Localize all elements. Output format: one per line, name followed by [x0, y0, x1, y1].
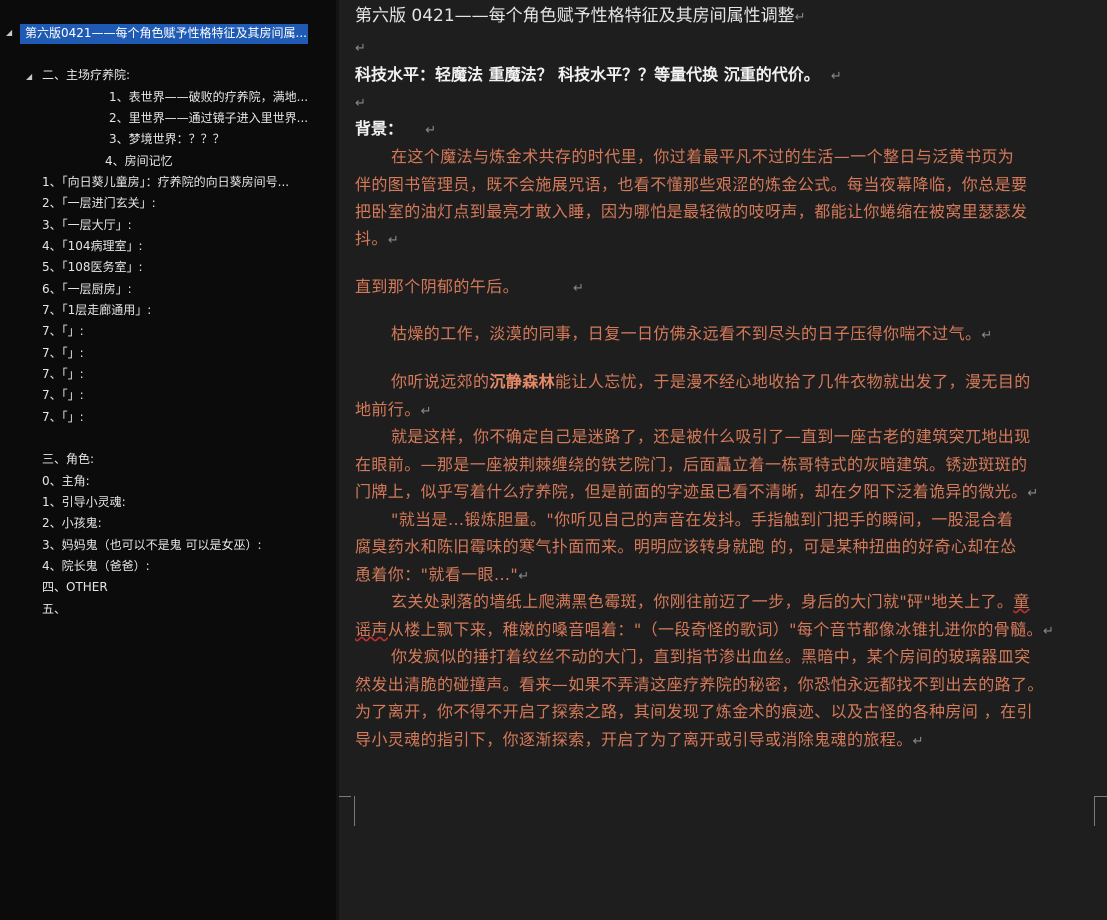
paragraph-mark: ↵	[1027, 486, 1039, 501]
body-text-line: 枯燥的工作，淡漠的同事，日复一日仿佛永远看不到尽头的日子压得你喘不过气。↵	[391, 324, 993, 346]
body-text-line: 门牌上，似乎写着什么疗养院，但是前面的字迹虽已看不清晰，却在夕阳下泛着诡异的微光…	[355, 482, 1039, 504]
bold-text: 沉静森林	[489, 372, 556, 391]
body-text-fragment: 枯燥的工作，淡漠的同事，日复一日仿佛永远看不到尽头的日子压得你喘不过气。	[391, 324, 982, 343]
body-text-line: 然发出清脆的碰撞声。看来—如果不弄清这座疗养院的秘密，你恐怕永远都找不到出去的路…	[355, 675, 1044, 694]
page-corner-mark	[1095, 796, 1107, 797]
nav-item[interactable]: 五、	[42, 601, 66, 618]
nav-item[interactable]: 4、「104病理室」:	[42, 238, 143, 255]
nav-item[interactable]: 7、「」:	[42, 387, 84, 404]
body-text-fragment: 你听说远郊的	[391, 372, 490, 391]
paragraph-mark: ↵	[573, 281, 585, 296]
nav-heading-label: 第六版0421——每个角色赋予性格特征及其房间属...	[25, 26, 307, 40]
empty-paragraph: ↵	[355, 37, 366, 59]
background-heading-text: 背景：	[355, 119, 404, 138]
paragraph-mark: ↵	[1042, 624, 1055, 639]
body-text-line: 就是这样，你不确定自己是迷路了，还是被什么吸引了—直到一座古老的建筑突兀地出现	[391, 427, 1031, 446]
paragraph-mark: ↵	[518, 569, 530, 584]
body-text-fragment: 门牌上，似乎写着什么疗养院，但是前面的字迹虽已看不清晰，却在夕阳下泛着诡异的微光…	[355, 482, 1028, 501]
body-text-fragment: 导小灵魂的指引下，你逐渐探索，开启了为了离开或引导或消除鬼魂的旅程。	[355, 730, 913, 749]
nav-item[interactable]: 4、院长鬼（爸爸）:	[42, 558, 150, 575]
nav-item[interactable]: 7、「」:	[42, 345, 84, 362]
body-text-line: 恿着你："就看一眼..."↵	[355, 565, 529, 587]
document-page[interactable]: 第六版 0421——每个角色赋予性格特征及其房间属性调整↵ ↵ 科技水平：轻魔法…	[339, 0, 1107, 920]
nav-item[interactable]: 2、「一层进门玄关」:	[42, 195, 156, 212]
nav-item[interactable]: 3、梦境世界：？？？	[109, 131, 225, 148]
body-text-fragment: 直到那个阴郁的午后。	[355, 277, 520, 296]
tech-heading-text: 科技水平：轻魔法 重魔法？ 科技水平？？等量代换 沉重的代价。	[355, 65, 820, 84]
nav-item[interactable]: 7、「」:	[42, 409, 84, 426]
collapse-triangle-icon[interactable]: ◢	[6, 28, 12, 37]
body-text-line: 把卧室的油灯点到最亮才敢入睡，因为哪怕是最轻微的吱呀声，都能让你蜷缩在被窝里瑟瑟…	[355, 202, 1028, 221]
body-text-fragment: 从楼上飘下来，稚嫩的嗓音唱着："（一段奇怪的歌词）"每个音节都像冰锥扎进你的骨髓…	[387, 620, 1043, 639]
navigation-pane: ◢ 第六版0421——每个角色赋予性格特征及其房间属... ◢ 二、主场疗养院:…	[0, 0, 336, 920]
nav-item[interactable]: 1、引导小灵魂:	[42, 494, 126, 511]
body-text-fragment: 能让人忘忧，于是漫不经心地收拾了几件衣物就出发了，漫无目的	[555, 372, 1031, 391]
nav-item[interactable]: 5、「108医务室」:	[42, 259, 143, 276]
nav-item[interactable]: 7、「1层走廊通用」:	[42, 302, 151, 319]
nav-item[interactable]: 3、「一层大厅」:	[42, 217, 132, 234]
collapse-triangle-icon[interactable]: ◢	[26, 72, 32, 81]
nav-item[interactable]: 二、主场疗养院:	[42, 67, 130, 84]
document-title: 第六版 0421——每个角色赋予性格特征及其房间属性调整↵	[355, 6, 806, 28]
nav-item[interactable]: 4、房间记忆	[105, 153, 173, 170]
body-text-line: 你发疯似的捶打着纹丝不动的大门，直到指节渗出血丝。黑暗中，某个房间的玻璃器皿突	[391, 647, 1031, 666]
spellcheck-text: 童	[1013, 592, 1030, 611]
body-text-fragment: 地前行。	[355, 400, 421, 419]
spellcheck-text: 谣声	[355, 620, 388, 639]
body-text-line: 谣声从楼上飘下来，稚嫩的嗓音唱着："（一段奇怪的歌词）"每个音节都像冰锥扎进你的…	[355, 620, 1054, 642]
document-title-text: 第六版 0421——每个角色赋予性格特征及其房间属性调整	[355, 6, 795, 26]
nav-item[interactable]: 7、「」:	[42, 366, 84, 383]
paragraph-mark: ↵	[420, 404, 432, 419]
body-text-line: 你听说远郊的沉静森林能让人忘忧，于是漫不经心地收拾了几件衣物就出发了，漫无目的	[391, 372, 1031, 392]
body-text-line: 在眼前。—那是一座被荆棘缠绕的铁艺院门，后面矗立着一栋哥特式的灰暗建筑。锈迹斑斑…	[355, 455, 1028, 474]
paragraph-mark: ↵	[387, 233, 400, 248]
body-text-line: 腐臭药水和陈旧霉味的寒气扑面而来。明明应该转身就跑 的，可是某种扭曲的好奇心却在…	[355, 537, 1017, 556]
body-text-line: 直到那个阴郁的午后。 ↵	[355, 277, 584, 299]
nav-item[interactable]: 三、角色:	[42, 451, 94, 468]
body-text-line: 导小灵魂的指引下，你逐渐探索，开启了为了离开或引导或消除鬼魂的旅程。↵	[355, 730, 924, 752]
nav-item[interactable]: 2、里世界——通过镜子进入里世界...	[109, 110, 308, 127]
nav-item[interactable]: 2、小孩鬼:	[42, 515, 102, 532]
background-heading: 背景： ↵	[355, 119, 436, 141]
paragraph-mark: ↵	[794, 10, 806, 25]
empty-paragraph: ↵	[355, 92, 366, 114]
paragraph-mark: ↵	[355, 41, 367, 56]
paragraph-mark: ↵	[830, 69, 842, 84]
page-corner-mark	[354, 796, 355, 826]
nav-item[interactable]: 四、OTHER	[42, 579, 108, 596]
page-corner-mark	[339, 796, 351, 797]
nav-item[interactable]: 7、「」:	[42, 323, 84, 340]
nav-item[interactable]: 1、「向日葵儿童房」：疗养院的向日葵房间号...	[42, 174, 289, 191]
body-text-line: "就当是...锻炼胆量。"你听见自己的声音在发抖。手指触到门把手的瞬间，一股混合…	[391, 510, 1014, 529]
body-text-line: 抖。↵	[355, 229, 399, 251]
nav-item[interactable]: 0、主角:	[42, 473, 90, 490]
tech-heading: 科技水平：轻魔法 重魔法？ 科技水平？？等量代换 沉重的代价。 ↵	[355, 65, 842, 87]
nav-heading-selected[interactable]: 第六版0421——每个角色赋予性格特征及其房间属...	[20, 24, 308, 44]
page-corner-mark	[1094, 796, 1095, 826]
paragraph-mark: ↵	[425, 123, 437, 138]
paragraph-mark: ↵	[981, 328, 993, 343]
nav-item[interactable]: 3、妈妈鬼（也可以不是鬼 可以是女巫）:	[42, 537, 262, 554]
nav-item[interactable]: 1、表世界——破败的疗养院，满地...	[109, 89, 308, 106]
body-text-line: 地前行。↵	[355, 400, 432, 422]
body-text-line: 在这个魔法与炼金术共存的时代里，你过着最平凡不过的生活—一个整日与泛黄书页为	[391, 147, 1015, 166]
body-text-fragment: 玄关处剥落的墙纸上爬满黑色霉斑，你刚往前迈了一步，身后的大门就"砰"地关上了。	[391, 592, 1014, 611]
body-text-fragment: 恿着你："就看一眼..."	[355, 565, 519, 584]
body-text-fragment: 抖。	[355, 229, 388, 248]
body-text-line: 为了离开，你不得不开启了探索之路，其间发现了炼金术的痕迹、以及古怪的各种房间 ，…	[355, 702, 1033, 721]
body-text-line: 伴的图书管理员，既不会施展咒语，也看不懂那些艰涩的炼金公式。每当夜幕降临，你总是…	[355, 175, 1028, 194]
paragraph-mark: ↵	[912, 734, 924, 749]
paragraph-mark: ↵	[355, 96, 367, 111]
body-text-line: 玄关处剥落的墙纸上爬满黑色霉斑，你刚往前迈了一步，身后的大门就"砰"地关上了。童	[391, 592, 1030, 612]
nav-item[interactable]: 6、「一层厨房」:	[42, 281, 132, 298]
